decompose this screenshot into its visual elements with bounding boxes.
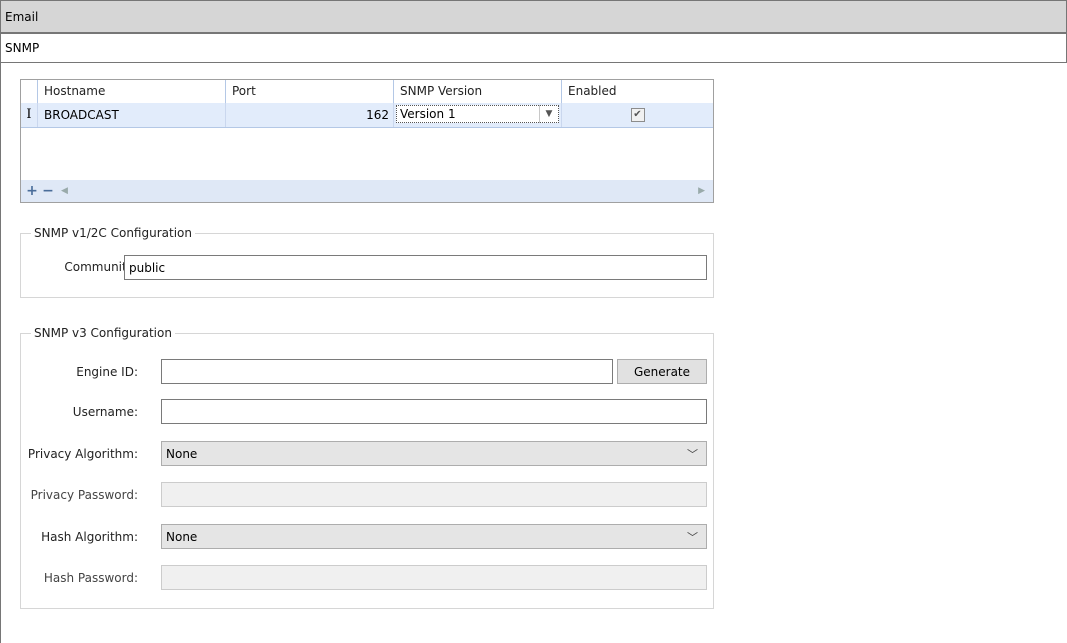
community-label: Community:	[64, 260, 137, 274]
chevron-down-icon[interactable]: ▼	[539, 105, 558, 123]
privacy-algorithm-value: None	[166, 446, 198, 461]
enabled-checkbox[interactable]: ✔	[630, 108, 645, 122]
username-label: Username:	[72, 405, 138, 419]
panel-left-border	[0, 63, 1, 643]
generate-button[interactable]: Generate	[617, 359, 707, 384]
snmp-v3-group: SNMP v3 Configuration Engine ID: Generat…	[20, 326, 714, 609]
community-value: public	[129, 260, 166, 275]
snmp-section-header[interactable]: SNMP	[0, 33, 1067, 63]
community-field[interactable]: public	[124, 255, 707, 280]
engine-id-field[interactable]	[161, 359, 613, 384]
grid-header: Hostname Port SNMP Version Enabled	[21, 80, 713, 104]
column-header-hostname[interactable]: Hostname	[38, 80, 226, 103]
snmp-version-value: Version 1	[400, 107, 456, 121]
column-header-snmp-version[interactable]: SNMP Version	[394, 80, 562, 103]
privacy-algorithm-label: Privacy Algorithm:	[27, 447, 138, 461]
chevron-down-icon: ﹀	[687, 531, 698, 544]
scroll-left-icon[interactable]: ◀	[61, 186, 68, 196]
hash-algorithm-value: None	[166, 529, 198, 544]
snmp-version-dropdown[interactable]: Version 1 ▼	[396, 105, 559, 123]
hash-algorithm-select[interactable]: None ﹀	[161, 524, 707, 549]
column-header-enabled[interactable]: Enabled	[562, 80, 713, 103]
table-row[interactable]: I BROADCAST 162 Version 1 ▼ ✔	[21, 103, 713, 128]
hash-algorithm-label: Hash Algorithm:	[41, 530, 138, 544]
snmp-hosts-grid[interactable]: Hostname Port SNMP Version Enabled I BRO…	[20, 79, 714, 203]
grid-navigator: + − ◀ ▶	[21, 180, 713, 202]
hash-password-field[interactable]	[161, 565, 707, 590]
email-section-header[interactable]: Email	[0, 0, 1067, 33]
username-field[interactable]	[161, 399, 707, 424]
row-indicator-header	[21, 80, 38, 103]
snmp-v3-group-title: SNMP v3 Configuration	[31, 326, 175, 340]
snmp-v1-group: SNMP v1/2C Configuration Community: publ…	[20, 226, 714, 298]
privacy-password-label: Privacy Password:	[30, 488, 138, 502]
hash-password-label: Hash Password:	[43, 571, 138, 585]
remove-row-button[interactable]: −	[41, 183, 55, 199]
snmp-section-label: SNMP	[5, 41, 40, 55]
snmp-version-cell[interactable]: Version 1 ▼	[394, 103, 562, 127]
port-cell[interactable]: 162	[226, 103, 394, 127]
privacy-password-field[interactable]	[161, 482, 707, 507]
column-header-port[interactable]: Port	[226, 80, 394, 103]
engine-id-label: Engine ID:	[76, 365, 138, 379]
privacy-algorithm-select[interactable]: None ﹀	[161, 441, 707, 466]
chevron-down-icon: ﹀	[687, 448, 698, 461]
add-row-button[interactable]: +	[25, 183, 39, 199]
hostname-cell[interactable]: BROADCAST	[38, 103, 226, 127]
snmp-v1-group-title: SNMP v1/2C Configuration	[31, 226, 195, 240]
email-section-label: Email	[5, 9, 39, 24]
enabled-cell[interactable]: ✔	[562, 103, 713, 127]
scroll-right-icon[interactable]: ▶	[698, 186, 705, 196]
checkmark-icon: ✔	[633, 109, 642, 120]
row-edit-indicator-icon: I	[21, 103, 38, 127]
